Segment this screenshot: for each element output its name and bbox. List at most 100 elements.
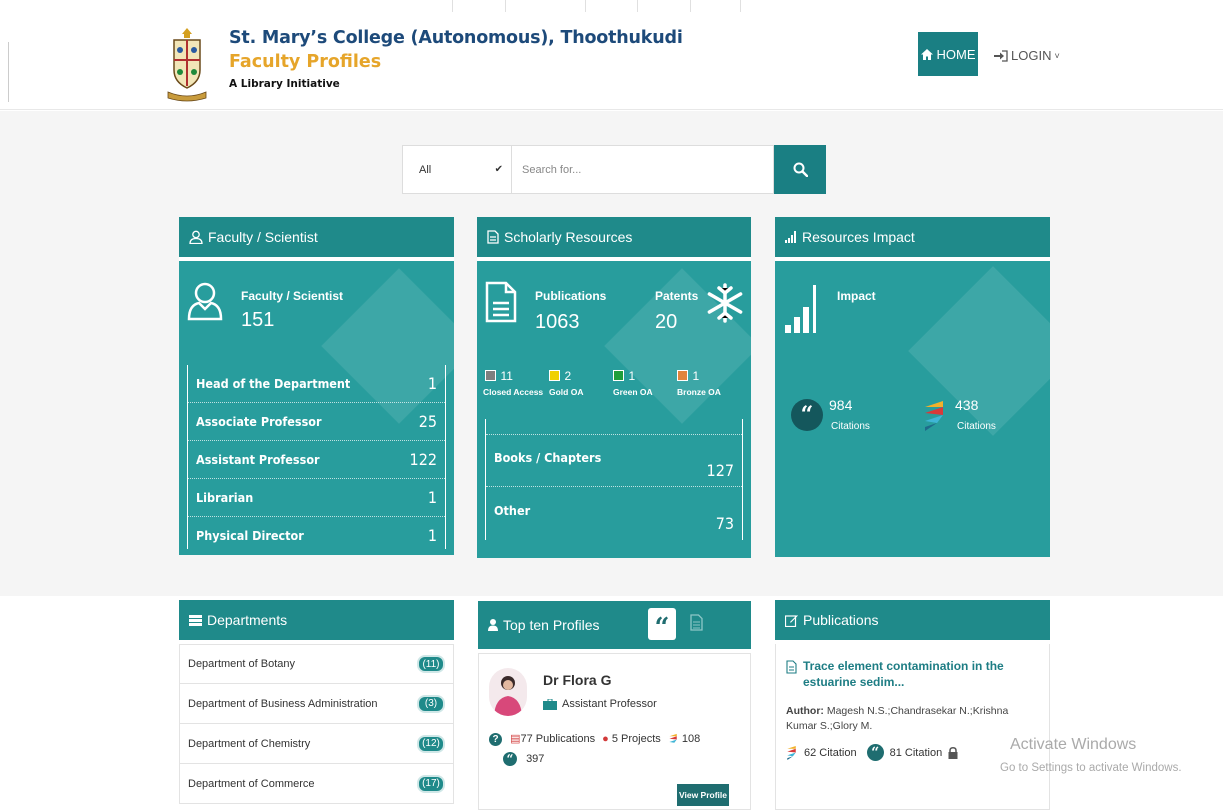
crossref-icon (669, 733, 677, 743)
patents-label: Patents (655, 289, 699, 303)
search-bar: All ✔ Search for... (402, 145, 826, 194)
access-green[interactable]: 1 Green OA (613, 367, 653, 397)
citations-tab[interactable]: “ (648, 608, 676, 643)
search-filter-select[interactable]: All ✔ (402, 145, 512, 194)
top-profiles-card-header: Top ten Profiles “ (478, 601, 751, 649)
resource-row[interactable]: Books / Chapters 127 (486, 435, 742, 487)
faculty-card-body: Faculty / Scientist 151 Head of the Depa… (179, 261, 454, 555)
chevron-down-icon: ˅ (1054, 50, 1060, 61)
publication-title-link[interactable]: Trace element contamination in the estua… (786, 658, 1037, 690)
publication-authors: Author: Magesh N.S.;Chandrasekar N.;Kris… (786, 705, 1009, 732)
count-badge: (12) (417, 734, 445, 753)
departments-card: Departments Department of Botany (11) Dep… (179, 600, 454, 810)
access-gold[interactable]: 2 Gold OA (549, 367, 583, 397)
document-tab-icon[interactable] (690, 614, 703, 631)
publications-count[interactable]: 1063 (535, 311, 580, 334)
profile-publications[interactable]: ▤77 Publications (510, 733, 595, 745)
search-input[interactable]: Search for... (512, 145, 774, 194)
top-profiles-title: Top ten Profiles (503, 617, 600, 633)
profile-crossref[interactable]: 108 (668, 733, 700, 745)
faculty-card-header: Faculty / Scientist (179, 217, 454, 257)
publications-card: Publications Trace element contamination… (775, 600, 1050, 810)
department-item[interactable]: Department of Business Administration (3) (179, 684, 454, 724)
crossref-icon (787, 745, 796, 760)
patents-count[interactable]: 20 (655, 311, 677, 334)
impact-label: Impact (837, 289, 876, 303)
crossref-citations-stat[interactable]: 438 Citations (925, 397, 1045, 437)
user-icon (189, 230, 203, 244)
search-icon (793, 162, 808, 177)
sign-in-icon (994, 49, 1008, 62)
chevron-down-icon: ✔ (494, 164, 503, 175)
scholarly-card: Scholarly Resources Publications 1063 Pa… (477, 217, 751, 558)
department-item[interactable]: Department of Commerce (17) (179, 764, 454, 804)
role-row[interactable]: Librarian 1 (188, 479, 445, 517)
crossref-icon (925, 401, 943, 431)
college-crest-logo[interactable] (166, 26, 208, 102)
role-row[interactable]: Physical Director 1 (188, 517, 445, 549)
faculty-role-list: Head of the Department 1 Associate Profes… (187, 365, 446, 549)
quote-icon: “ (791, 399, 823, 431)
access-legend: 11 Closed Access 2 Gold OA 1 Green OA 1 … (477, 367, 751, 397)
profile-stats: ? ▤77 Publications ● 5 Projects 108 “ 39… (489, 732, 744, 766)
publications-card-title: Publications (803, 612, 879, 628)
nav-login-label: LOGIN (1011, 48, 1052, 63)
user-icon (488, 619, 498, 631)
count-badge: (3) (417, 694, 445, 713)
publication-item: Trace element contamination in the estua… (775, 644, 1050, 810)
role-row[interactable]: Associate Professor 25 (188, 403, 445, 441)
resource-row[interactable]: Other 73 (486, 487, 742, 539)
activation-watermark-title: Activate Windows (1010, 736, 1137, 753)
top-profiles-card: Top ten Profiles “ Dr Flora G Assistant … (478, 601, 751, 810)
scholarly-type-list: Books / Chapters 127 Other 73 (485, 419, 743, 540)
profile-citations[interactable]: “ 397 (503, 751, 744, 766)
site-header: St. Mary’s College (Autonomous), Thoothu… (0, 12, 1223, 110)
publication-citations: 62 Citation “ 81 Citation (786, 744, 1037, 761)
quote-icon: “ (503, 751, 517, 766)
profile-name[interactable]: Dr Flora G (543, 672, 611, 688)
impact-card: Resources Impact Impact “ 984 Citations … (775, 217, 1050, 557)
quote-icon: “ (654, 613, 670, 643)
role-row[interactable]: Head of the Department 1 (188, 365, 445, 403)
faculty-count[interactable]: 151 (241, 309, 274, 332)
briefcase-icon (543, 698, 557, 710)
faculty-label: Faculty / Scientist (241, 289, 344, 303)
faculty-card-title: Faculty / Scientist (208, 229, 318, 245)
scholar-citation-count[interactable]: 81 Citation (890, 747, 943, 759)
department-item[interactable]: Department of Botany (11) (179, 644, 454, 684)
search-input-placeholder: Search for... (522, 163, 582, 176)
nav-home-label: HOME (936, 46, 976, 62)
publications-card-header: Publications (775, 600, 1050, 640)
document-outline-icon (485, 281, 517, 323)
avatar[interactable] (489, 668, 527, 716)
department-item[interactable]: Department of Chemistry (12) (179, 724, 454, 764)
document-icon (786, 660, 797, 674)
impact-card-body: Impact “ 984 Citations 438 Citations (775, 261, 1050, 557)
signal-bars-icon (785, 285, 816, 333)
site-tagline: A Library Initiative (229, 78, 340, 90)
access-bronze[interactable]: 1 Bronze OA (677, 367, 721, 397)
document-icon: ▤ (510, 733, 521, 745)
departments-card-title: Departments (207, 612, 288, 628)
users-icon: ● (602, 733, 609, 745)
user-outline-icon (187, 282, 223, 321)
edit-icon (785, 614, 798, 627)
crossref-citation-count[interactable]: 62 Citation (804, 747, 857, 759)
question-icon[interactable]: ? (489, 732, 502, 746)
count-badge: (11) (417, 655, 445, 673)
role-row[interactable]: Assistant Professor 122 (188, 441, 445, 479)
view-profile-button[interactable]: View Profile (677, 784, 729, 806)
activation-watermark-subtitle: Go to Settings to activate Windows. (1000, 762, 1182, 774)
access-closed[interactable]: 11 Closed Access (483, 367, 543, 397)
scholar-citations-stat[interactable]: “ 984 Citations (791, 397, 911, 437)
profile-projects[interactable]: ● 5 Projects (602, 733, 661, 745)
departments-card-header: Departments (179, 600, 454, 640)
faculty-card: Faculty / Scientist Faculty / Scientist … (179, 217, 454, 555)
list-icon (189, 614, 202, 626)
nav-login-dropdown[interactable]: LOGIN ˅ (994, 48, 1060, 63)
search-button[interactable] (774, 145, 826, 194)
nav-home-button[interactable]: HOME (918, 32, 978, 76)
lock-icon (948, 746, 958, 759)
document-icon (487, 230, 499, 244)
college-name[interactable]: St. Mary’s College (Autonomous), Thoothu… (229, 28, 683, 48)
